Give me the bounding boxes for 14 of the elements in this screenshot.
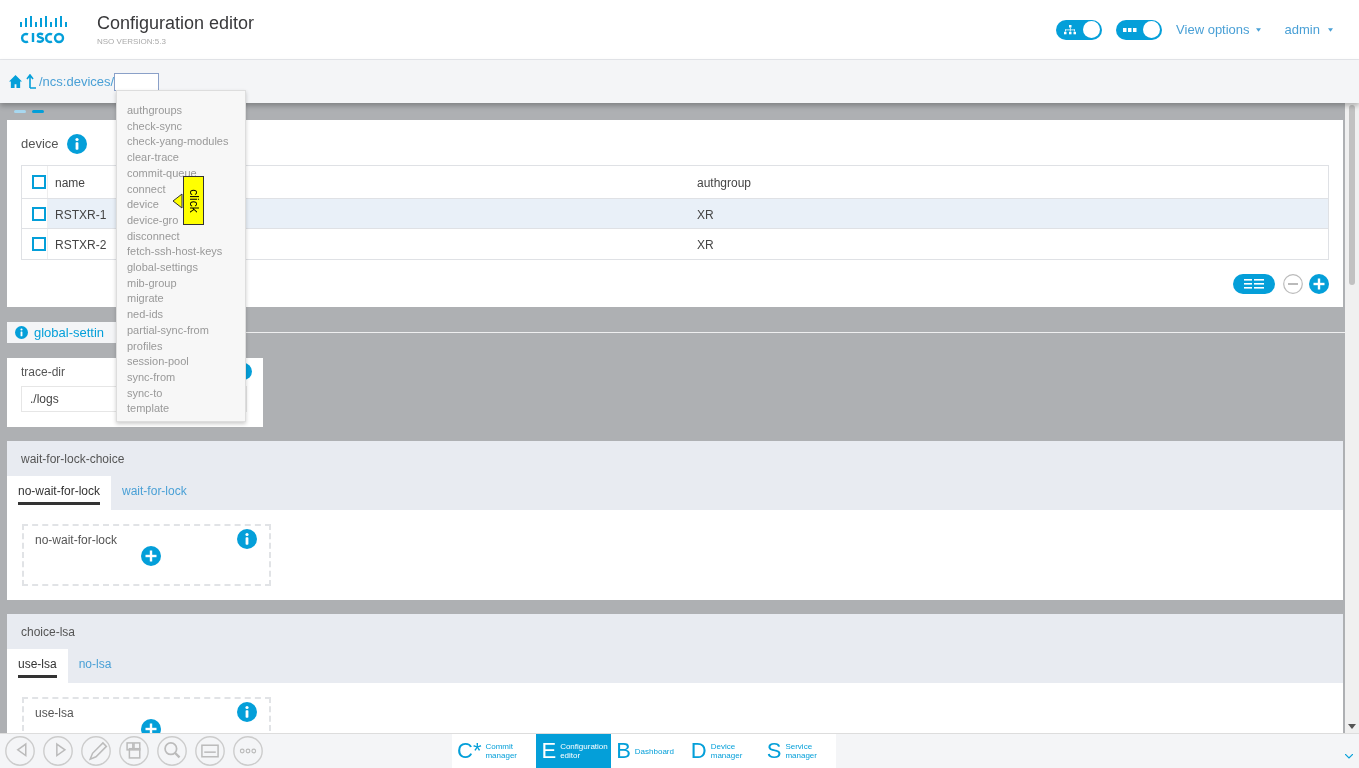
field-label: trace-dir (21, 363, 65, 381)
page-title: Configuration editor (97, 11, 255, 34)
case-title: no-wait-for-lock (35, 532, 118, 549)
column-header: name (55, 176, 86, 190)
table-cell: RSTXR-1 (55, 207, 107, 222)
version-label: NSO VERSION:5.3 (97, 35, 167, 48)
section-title: choice-lsa (21, 623, 76, 641)
column-header: authgroup (697, 176, 752, 190)
case-title: use-lsa (35, 705, 74, 722)
section-title: device (21, 135, 59, 154)
table-cell: RSTXR-2 (55, 238, 107, 252)
table-cell: XR (697, 207, 714, 222)
table-cell: XR (697, 238, 714, 252)
section-title: wait-for-lock-choice (21, 450, 125, 468)
